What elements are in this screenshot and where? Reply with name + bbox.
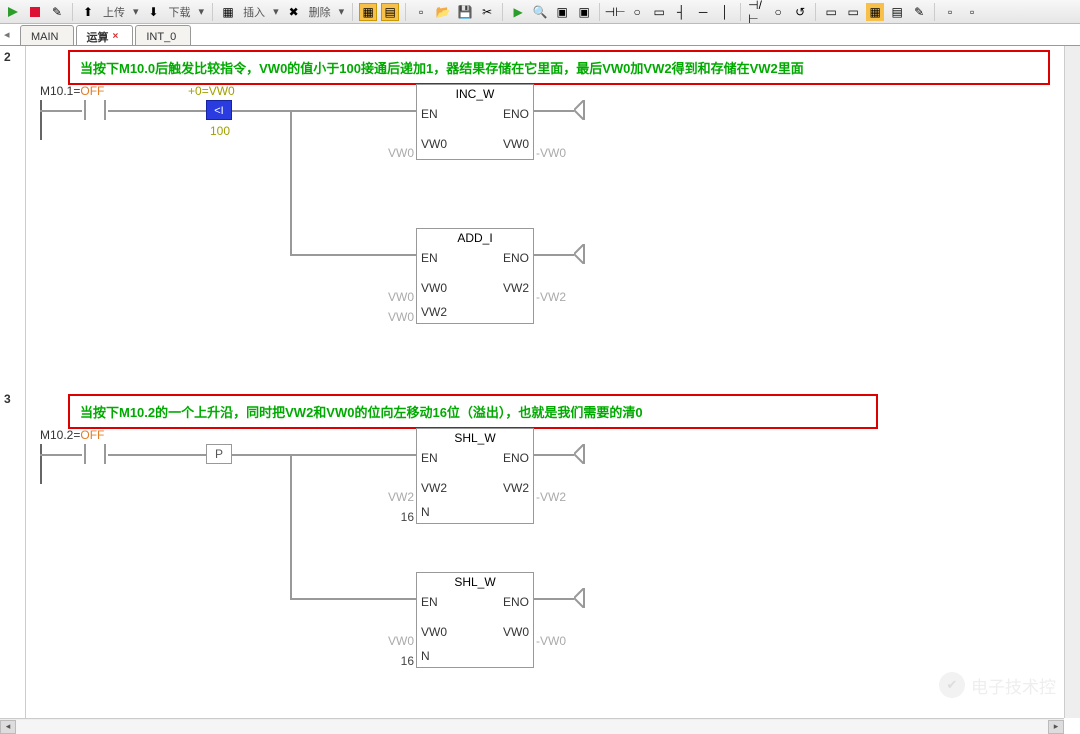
window-icon[interactable]: ▭ [822, 3, 840, 21]
cut-icon[interactable]: ✂ [478, 3, 496, 21]
function-block-shl-w[interactable]: SHL_W ENENO VW2VW2 N [416, 428, 534, 524]
param-in1: VW0 [372, 290, 414, 304]
coil-icon[interactable]: ○ [628, 3, 646, 21]
main-toolbar: ✎ ⬆ 上传▾ ⬇ 下载▾ ▦ 插入▾ ✖ 删除▾ ▦ ▤ ▫ 📂 💾 ✂ ▶ … [0, 0, 1080, 24]
scroll-right-icon[interactable]: ▸ [1048, 720, 1064, 734]
delete-label[interactable]: 删除 [307, 4, 333, 20]
vline-icon[interactable]: │ [716, 3, 734, 21]
tab-label: MAIN [31, 31, 59, 43]
branch-icon[interactable]: ┤ [672, 3, 690, 21]
network-comment: 当按下M10.0后触发比较指令，VW0的值小于100接通后递加1，器结果存储在它… [68, 50, 1050, 85]
open-icon[interactable]: 📂 [434, 3, 452, 21]
watermark-text: 电子技术控 [971, 673, 1056, 698]
edit-icon[interactable]: ✎ [48, 3, 66, 21]
ladder-canvas[interactable]: 当按下M10.0后触发比较指令，VW0的值小于100接通后递加1，器结果存储在它… [26, 46, 1080, 718]
block-title: SHL_W [417, 573, 533, 591]
contact-no[interactable] [82, 444, 108, 464]
grid-icon[interactable]: ▦ [359, 3, 377, 21]
function-block-shl-w[interactable]: SHL_W ENENO VW0VW0 N [416, 572, 534, 668]
contact-address: M10.1=OFF [40, 84, 104, 98]
param-out: -VW0 [536, 146, 578, 160]
hline-icon[interactable]: ─ [694, 3, 712, 21]
box-icon[interactable]: ▭ [650, 3, 668, 21]
monitor-icon[interactable]: ✎ [910, 3, 928, 21]
scroll-left-icon[interactable]: ◂ [0, 720, 16, 734]
compare-bottom: 100 [210, 124, 230, 138]
new-icon[interactable]: ▫ [412, 3, 430, 21]
compare-top: +0=VW0 [188, 84, 235, 98]
param-in: VW0 [372, 146, 414, 160]
nc-icon[interactable]: ⊣/⊢ [747, 3, 765, 21]
upload-label[interactable]: 上传 [101, 4, 127, 20]
props-icon[interactable]: ▤ [381, 3, 399, 21]
find-icon[interactable]: 🔍 [531, 3, 549, 21]
network-number: 3 [4, 392, 11, 406]
compare-op[interactable]: <I [206, 100, 232, 120]
power-rail [40, 444, 42, 484]
open-end-icon [574, 100, 594, 120]
doc-icon[interactable]: ▫ [941, 3, 959, 21]
tab-label: 运算 [87, 29, 109, 45]
param-n: 16 [386, 510, 414, 524]
copy-icon[interactable]: ▣ [553, 3, 571, 21]
cascade-icon[interactable]: ▭ [844, 3, 862, 21]
table-icon[interactable]: ▦ [866, 3, 884, 21]
close-icon[interactable]: × [113, 31, 119, 42]
open-end-icon [574, 588, 594, 608]
save-icon[interactable]: 💾 [456, 3, 474, 21]
pulse-box[interactable]: P [206, 444, 232, 464]
ladder-editor: 2 3 当按下M10.0后触发比较指令，VW0的值小于100接通后递加1，器结果… [0, 46, 1080, 718]
run-icon[interactable] [4, 3, 22, 21]
tab-yunsuan[interactable]: 运算 × [76, 25, 134, 45]
go-icon[interactable]: ▶ [509, 3, 527, 21]
open-end-icon [574, 444, 594, 464]
insert-label[interactable]: 插入 [241, 4, 267, 20]
upload-icon[interactable]: ⬆ [79, 3, 97, 21]
contact-address: M10.2=OFF [40, 428, 104, 442]
tab-scroll-left-icon[interactable]: ◂ [4, 28, 10, 41]
network-comment: 当按下M10.2的一个上升沿，同时把VW2和VW0的位向左移动16位（溢出），也… [68, 394, 878, 429]
contact-no-icon[interactable]: ⊣⊢ [606, 3, 624, 21]
vertical-scrollbar[interactable] [1064, 46, 1080, 718]
wechat-icon: ✔ [939, 672, 965, 698]
param-n: 16 [386, 654, 414, 668]
stop-icon[interactable] [26, 3, 44, 21]
help-icon[interactable]: ▫ [963, 3, 981, 21]
block-title: ADD_I [417, 229, 533, 247]
param-in: VW0 [372, 634, 414, 648]
function-block-add-i[interactable]: ADD_I ENENO VW0VW2 VW2 [416, 228, 534, 324]
param-out: -VW2 [536, 290, 578, 304]
delete-icon[interactable]: ✖ [285, 3, 303, 21]
network-number: 2 [4, 50, 11, 64]
power-rail [40, 100, 42, 140]
gutter: 2 3 [0, 46, 26, 718]
tab-main[interactable]: MAIN [20, 25, 74, 45]
paste-icon[interactable]: ▣ [575, 3, 593, 21]
tab-int0[interactable]: INT_0 [135, 25, 191, 45]
reset-icon[interactable]: ↺ [791, 3, 809, 21]
block-title: INC_W [417, 85, 533, 103]
param-in: VW2 [372, 490, 414, 504]
tab-label: INT_0 [146, 31, 176, 43]
download-icon[interactable]: ⬇ [145, 3, 163, 21]
horizontal-scrollbar[interactable]: ◂ ▸ [0, 718, 1064, 734]
editor-tabs: ◂ MAIN 运算 × INT_0 [0, 24, 1080, 46]
watermark: ✔ 电子技术控 [939, 672, 1056, 698]
scroll-track[interactable] [16, 720, 1048, 734]
param-out: -VW0 [536, 634, 578, 648]
param-in2: VW0 [372, 310, 414, 324]
function-block-inc-w[interactable]: INC_W ENENO VW0VW0 [416, 84, 534, 160]
open-end-icon [574, 244, 594, 264]
block-title: SHL_W [417, 429, 533, 447]
param-out: -VW2 [536, 490, 578, 504]
download-label[interactable]: 下载 [167, 4, 193, 20]
not-icon[interactable]: ○ [769, 3, 787, 21]
insert-icon[interactable]: ▦ [219, 3, 237, 21]
chart-icon[interactable]: ▤ [888, 3, 906, 21]
contact-no[interactable] [82, 100, 108, 120]
